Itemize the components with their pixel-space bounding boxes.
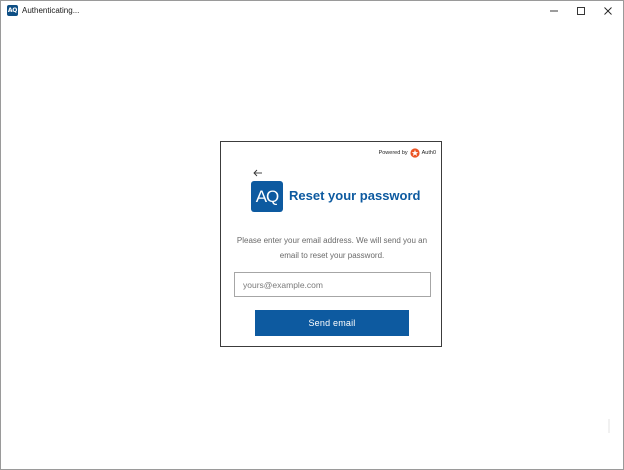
title-bar[interactable]: AQ Authenticating...: [1, 1, 623, 21]
maximize-button[interactable]: [566, 1, 596, 21]
scroll-indicator: [608, 419, 610, 433]
window-title: Authenticating...: [22, 6, 80, 15]
brand-logo: AQ: [251, 181, 283, 212]
minimize-icon: [550, 10, 558, 12]
close-button[interactable]: [593, 1, 623, 21]
email-field[interactable]: [234, 272, 431, 297]
arrow-left-icon[interactable]: [253, 169, 263, 177]
maximize-icon: [577, 7, 585, 15]
powered-by-brand: Auth0: [421, 150, 436, 156]
powered-by-badge[interactable]: Powered by Auth0: [379, 148, 436, 158]
close-icon: [604, 7, 612, 15]
auth0-logo-icon: [410, 148, 420, 158]
powered-by-label: Powered by: [378, 150, 408, 156]
send-email-button[interactable]: Send email: [255, 310, 409, 336]
reset-password-card: Powered by Auth0 AQ Reset your password …: [220, 141, 442, 347]
page-title: Reset your password: [289, 188, 421, 203]
app-window: AQ Authenticating... Powered by Auth0 AQ…: [0, 0, 624, 470]
app-icon: AQ: [7, 5, 18, 16]
instructions-text: Please enter your email address. We will…: [236, 236, 428, 260]
minimize-button[interactable]: [539, 1, 569, 21]
